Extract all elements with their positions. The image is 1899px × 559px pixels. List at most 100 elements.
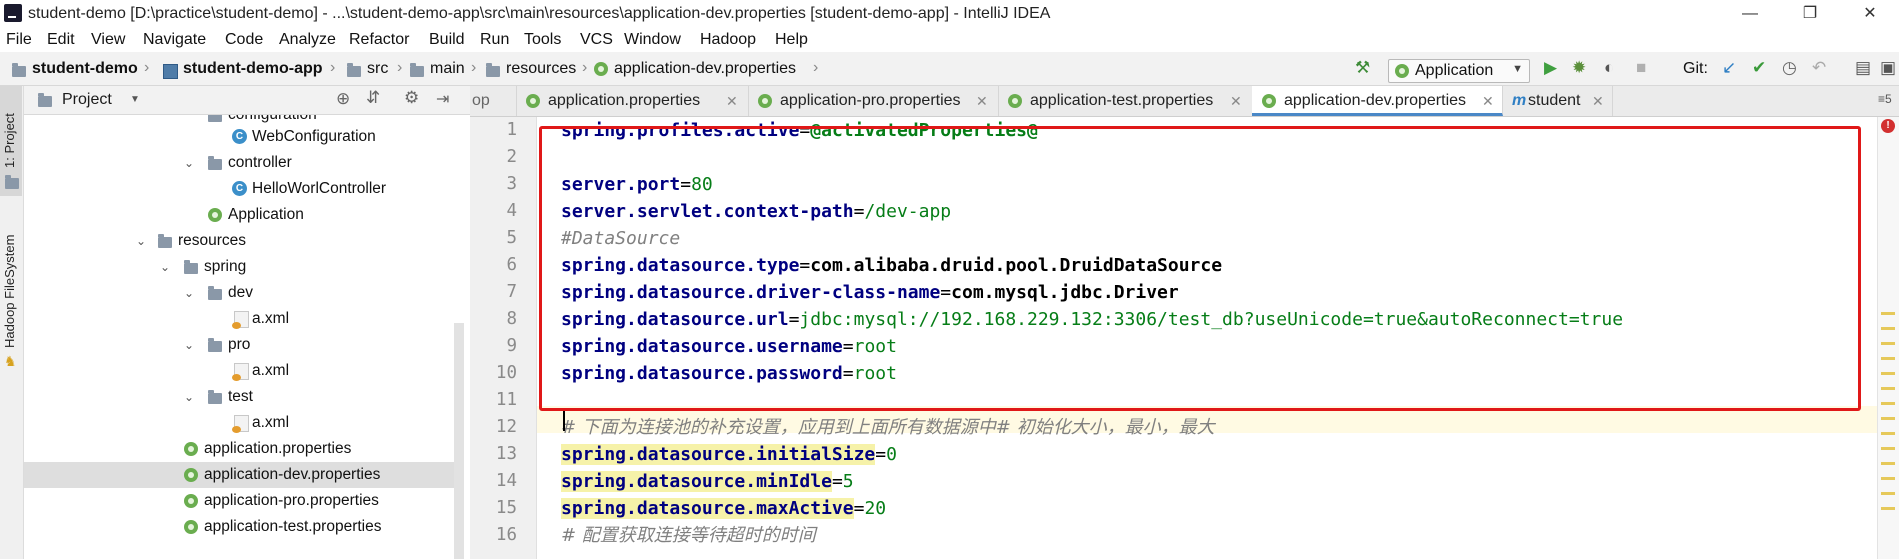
stripe-mark[interactable]: [1881, 357, 1895, 360]
stripe-mark[interactable]: [1881, 342, 1895, 345]
git-rollback-icon[interactable]: ↶: [1812, 58, 1826, 78]
close-icon[interactable]: ✕: [976, 86, 988, 116]
tree-item[interactable]: ⌄ controller: [24, 150, 454, 176]
tree-item[interactable]: application-pro.properties: [24, 488, 454, 514]
breadcrumb-main[interactable]: main: [430, 60, 465, 78]
menu-edit[interactable]: Edit: [47, 31, 75, 49]
stripe-mark[interactable]: [1881, 312, 1895, 315]
gear-icon[interactable]: ⚙: [404, 88, 419, 108]
tree-item[interactable]: application-test.properties: [24, 514, 454, 540]
menu-view[interactable]: View: [91, 31, 125, 49]
tree-item-label: pro: [228, 336, 251, 353]
tree-item[interactable]: a.xml: [24, 306, 454, 332]
property-value: 20: [864, 498, 887, 519]
close-icon[interactable]: ✕: [726, 86, 738, 116]
stop-icon[interactable]: ■: [1636, 58, 1646, 78]
close-icon[interactable]: ✕: [1592, 86, 1604, 116]
breadcrumb-src[interactable]: src: [367, 60, 388, 78]
chevron-down-icon[interactable]: ⌄: [184, 332, 194, 358]
tab-truncated[interactable]: op: [470, 86, 517, 116]
chevron-down-icon[interactable]: ⌄: [184, 384, 194, 410]
close-icon[interactable]: ✕: [1482, 86, 1494, 116]
stripe-mark[interactable]: [1881, 507, 1895, 510]
menu-file[interactable]: File: [6, 31, 32, 49]
hide-panel-icon[interactable]: ⇥: [436, 89, 449, 109]
menu-code[interactable]: Code: [225, 31, 263, 49]
annotation-highlight-box: [539, 126, 1861, 411]
stripe-mark[interactable]: [1881, 477, 1895, 480]
chevron-down-icon[interactable]: ⌄: [184, 150, 194, 176]
git-history-icon[interactable]: ◷: [1782, 58, 1797, 78]
debug-icon[interactable]: ✹: [1572, 58, 1586, 78]
more-toolbar-icon[interactable]: ▣: [1880, 58, 1896, 78]
tree-item[interactable]: ⌄ dev: [24, 280, 454, 306]
project-scrollbar[interactable]: [454, 323, 464, 559]
error-indicator-icon[interactable]: !: [1881, 119, 1895, 133]
menu-tools[interactable]: Tools: [524, 31, 561, 49]
chevron-down-icon[interactable]: ⌄: [184, 280, 194, 306]
tab-application-properties[interactable]: application.properties ✕: [516, 86, 749, 116]
breadcrumb-file[interactable]: application-dev.properties: [614, 60, 796, 78]
tree-item-selected[interactable]: application-dev.properties: [24, 462, 454, 488]
menu-analyze[interactable]: Analyze: [279, 31, 336, 49]
menu-window[interactable]: Window: [624, 31, 681, 49]
minimize-button[interactable]: —: [1727, 0, 1773, 28]
tree-item[interactable]: application.properties: [24, 436, 454, 462]
menu-help[interactable]: Help: [775, 31, 808, 49]
stripe-mark[interactable]: [1881, 447, 1895, 450]
tree-item[interactable]: C WebConfiguration: [24, 124, 454, 150]
menu-hadoop[interactable]: Hadoop: [700, 31, 756, 49]
stripe-mark[interactable]: [1881, 492, 1895, 495]
hadoop-filesystem-tab[interactable]: Hadoop FileSystem: [2, 235, 17, 348]
tabs-overflow-button[interactable]: ≡5: [1878, 92, 1892, 106]
tree-item[interactable]: a.xml: [24, 410, 454, 436]
tab-student[interactable]: m student ✕: [1502, 86, 1613, 116]
close-button[interactable]: ✕: [1847, 0, 1893, 28]
menu-refactor[interactable]: Refactor: [349, 31, 409, 49]
tree-item[interactable]: a.xml: [24, 358, 454, 384]
project-tool-tab[interactable]: 1: Project: [2, 113, 17, 168]
tab-application-pro-properties[interactable]: application-pro.properties ✕: [748, 86, 999, 116]
build-hammer-icon[interactable]: ⚒: [1355, 58, 1370, 78]
breadcrumb-module[interactable]: student-demo-app: [183, 60, 323, 78]
stripe-mark[interactable]: [1881, 462, 1895, 465]
stripe-mark[interactable]: [1881, 372, 1895, 375]
menu-vcs[interactable]: VCS: [580, 31, 613, 49]
folder-icon: [410, 63, 424, 77]
maximize-button[interactable]: ❐: [1787, 0, 1833, 28]
menu-navigate[interactable]: Navigate: [143, 31, 206, 49]
stripe-mark[interactable]: [1881, 327, 1895, 330]
chevron-down-icon[interactable]: ▼: [130, 94, 140, 105]
menu-run[interactable]: Run: [480, 31, 509, 49]
stripe-mark[interactable]: [1881, 417, 1895, 420]
git-commit-icon[interactable]: ✔: [1752, 58, 1766, 78]
tab-application-dev-properties[interactable]: application-dev.properties ✕: [1252, 86, 1503, 116]
project-structure-icon[interactable]: ▤: [1855, 58, 1871, 78]
tree-item[interactable]: Application: [24, 202, 454, 228]
chevron-down-icon[interactable]: ⌄: [160, 254, 170, 280]
tree-item[interactable]: ⌄ resources: [24, 228, 454, 254]
tab-label: application-dev.properties: [1284, 92, 1467, 109]
locate-icon[interactable]: ⊕: [336, 89, 350, 109]
close-icon[interactable]: ✕: [1230, 86, 1242, 116]
folder-icon: [184, 260, 198, 274]
run-icon[interactable]: ▶: [1544, 58, 1557, 78]
tree-item[interactable]: ⌄ test: [24, 384, 454, 410]
stripe-mark[interactable]: [1881, 387, 1895, 390]
stripe-mark[interactable]: [1881, 402, 1895, 405]
collapse-all-icon[interactable]: ⇵: [366, 88, 380, 108]
tab-application-test-properties[interactable]: application-test.properties ✕: [998, 86, 1253, 116]
run-configuration-label: Application: [1415, 62, 1494, 79]
git-update-icon[interactable]: ↙: [1722, 58, 1736, 78]
tree-item[interactable]: ⌄ spring: [24, 254, 454, 280]
run-configuration-dropdown[interactable]: Application ▼: [1388, 59, 1530, 83]
stripe-mark[interactable]: [1881, 432, 1895, 435]
menu-build[interactable]: Build: [429, 31, 465, 49]
breadcrumb-resources[interactable]: resources: [506, 60, 576, 78]
chevron-down-icon[interactable]: ⌄: [136, 228, 146, 254]
tree-item[interactable]: ⌄ pro: [24, 332, 454, 358]
spring-boot-icon: [1395, 64, 1409, 78]
coverage-icon[interactable]: ◐: [1604, 58, 1614, 78]
breadcrumb-project[interactable]: student-demo: [32, 60, 138, 78]
tree-item[interactable]: C HelloWorlController: [24, 176, 454, 202]
